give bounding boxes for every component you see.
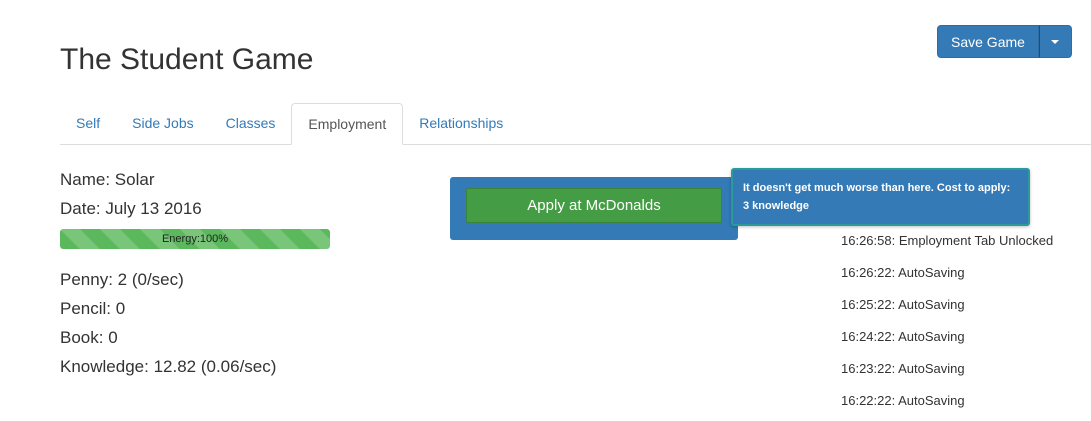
apply-tooltip: It doesn't get much worse than here. Cos…	[731, 168, 1030, 226]
stat-book: Book: 0	[60, 328, 118, 347]
energy-progress-bar: Energy:100%	[60, 229, 330, 249]
save-game-button-group: Save Game	[937, 25, 1072, 58]
log-entry: 16:25:22: AutoSaving	[841, 297, 965, 312]
apply-mcdonalds-button[interactable]: Apply at McDonalds	[466, 188, 722, 223]
stat-name: Name: Solar	[60, 170, 155, 189]
log-entry: 16:26:58: Employment Tab Unlocked	[841, 233, 1054, 248]
log-entry: 16:26:22: AutoSaving	[841, 265, 965, 280]
save-game-button[interactable]: Save Game	[937, 25, 1039, 58]
log-entry: 16:22:22: AutoSaving	[841, 393, 965, 408]
tab-employment[interactable]: Employment	[291, 103, 404, 145]
energy-label: Energy:100%	[161, 233, 229, 245]
tab-bar: Self Side Jobs Classes Employment Relati…	[60, 103, 1091, 145]
job-panel: Apply at McDonalds	[450, 177, 738, 240]
tab-classes[interactable]: Classes	[210, 103, 292, 144]
event-log: 16:26:58: Employment Tab Unlocked 16:26:…	[841, 232, 1053, 421]
caret-down-icon	[1051, 39, 1060, 44]
log-entry: 16:23:22: AutoSaving	[841, 361, 965, 376]
player-stats: Name: Solar Date: July 13 2016 Penny: 2 …	[60, 168, 276, 384]
tab-relationships[interactable]: Relationships	[403, 103, 519, 144]
stat-knowledge: Knowledge: 12.82 (0.06/sec)	[60, 357, 277, 376]
tooltip-line-2: 3 knowledge	[743, 200, 810, 212]
tab-self[interactable]: Self	[60, 103, 116, 144]
game-page: The Student Game Save Game Self Side Job…	[0, 0, 1091, 421]
page-title: The Student Game	[60, 43, 314, 76]
tooltip-line-1: It doesn't get much worse than here. Cos…	[743, 182, 1011, 194]
save-game-dropdown-toggle[interactable]	[1038, 25, 1072, 58]
stat-pencil: Pencil: 0	[60, 299, 126, 318]
stat-date: Date: July 13 2016	[60, 199, 202, 218]
log-entry: 16:24:22: AutoSaving	[841, 329, 965, 344]
tab-side-jobs[interactable]: Side Jobs	[116, 103, 209, 144]
stat-penny: Penny: 2 (0/sec)	[60, 270, 184, 289]
